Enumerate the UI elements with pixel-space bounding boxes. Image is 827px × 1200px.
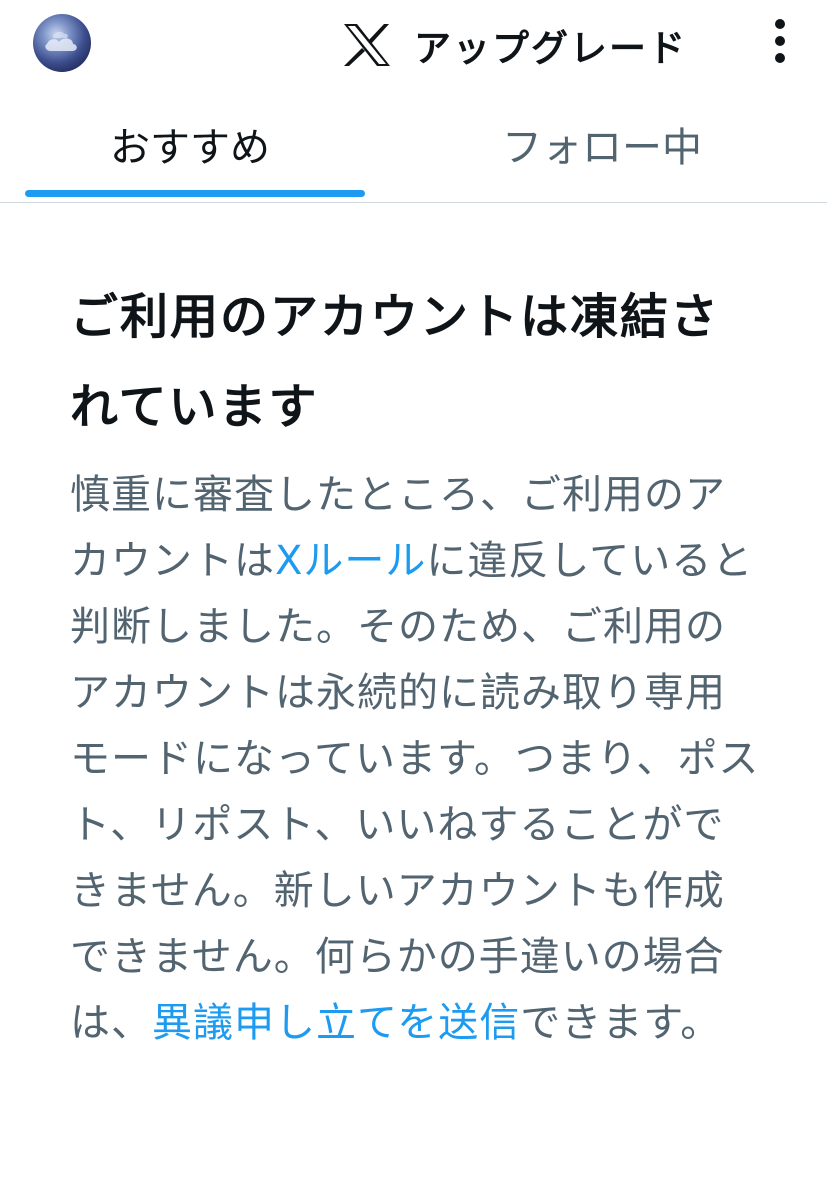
- upgrade-button[interactable]: アップグレード: [342, 20, 687, 70]
- kebab-menu-icon[interactable]: [762, 16, 798, 66]
- notice-body-text: に違反していると判断しました。そのため、ご利用のアカウントは永続的に読み取り専用…: [70, 538, 760, 1046]
- x-logo-icon: [344, 24, 390, 66]
- tab-following[interactable]: フォロー中: [414, 92, 827, 202]
- kebab-dot: [775, 19, 785, 29]
- notice-body: 慎重に審査したところ、ご利用のアカウントはXルールに違反していると判断しました。…: [70, 462, 760, 1056]
- tab-for-you[interactable]: おすすめ: [0, 92, 393, 202]
- kebab-dot: [775, 36, 785, 46]
- notice-body-text: できます。: [520, 1000, 722, 1046]
- suspension-notice: ご利用のアカウントは凍結されています 慎重に審査したところ、ご利用のアカウントは…: [70, 272, 760, 1056]
- notice-title: ご利用のアカウントは凍結されています: [70, 289, 721, 435]
- kebab-dot: [775, 53, 785, 63]
- top-bar: アップグレード: [0, 0, 827, 92]
- avatar-image: [45, 31, 77, 51]
- timeline-tabs: おすすめ フォロー中: [0, 92, 827, 203]
- upgrade-label: アップグレード: [414, 27, 687, 70]
- tab-following-label: フォロー中: [502, 125, 702, 171]
- active-tab-indicator: [25, 190, 365, 197]
- tab-for-you-label: おすすめ: [110, 125, 270, 171]
- submit-appeal-link[interactable]: 異議申し立てを送信: [152, 1000, 520, 1046]
- avatar-icon[interactable]: [33, 14, 91, 72]
- x-rules-link[interactable]: Xルール: [275, 538, 426, 584]
